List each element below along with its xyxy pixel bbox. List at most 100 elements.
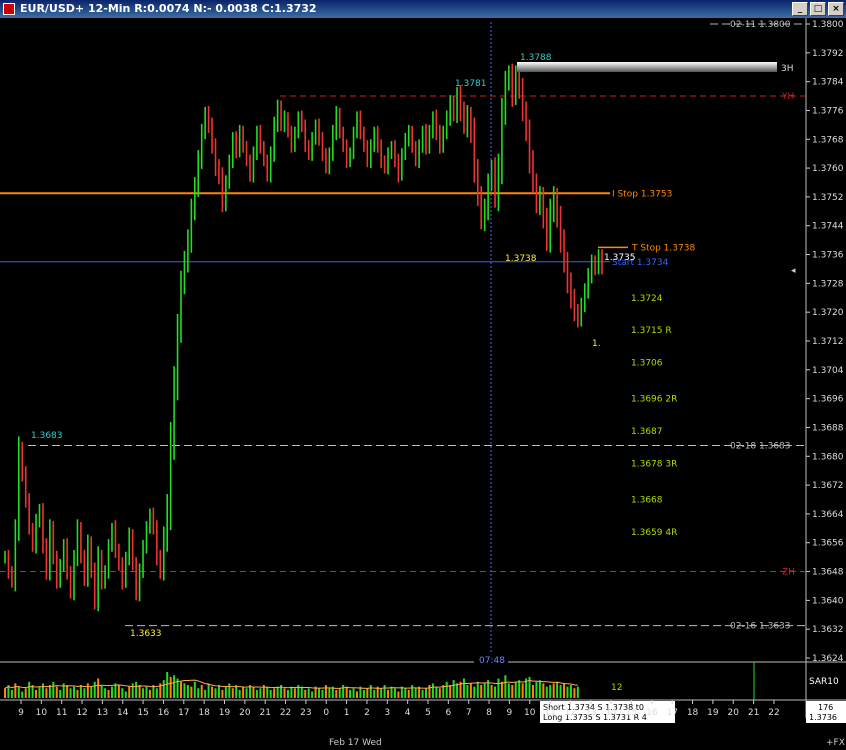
volume-bar	[404, 688, 407, 698]
price-tick-label: 1.3752	[812, 193, 844, 203]
volume-bar	[504, 675, 507, 698]
volume-bar	[445, 681, 448, 698]
d0216-label: 02-16 1.3633	[730, 622, 791, 632]
last-price-label: 1.3735	[604, 253, 636, 263]
time-tick-label: 13	[585, 708, 596, 718]
price-tick-label: 1.3664	[812, 510, 844, 520]
volume-bar	[121, 688, 124, 698]
volume-bar	[521, 683, 524, 698]
volume-bar	[473, 686, 476, 698]
volume-bar	[93, 681, 96, 698]
volume-bar	[283, 688, 286, 698]
volume-bar	[224, 686, 227, 698]
target-level-label: 1.3659 4R	[631, 528, 677, 538]
time-tick-label: 20	[728, 708, 740, 718]
volume-value-label: 12	[611, 683, 622, 693]
price-tick-label: 1.3688	[812, 423, 844, 433]
price-tick-label: 1.3776	[812, 106, 844, 116]
volume-bar	[452, 680, 455, 698]
volume-bar	[438, 688, 441, 698]
time-tick-label: 14	[605, 708, 617, 718]
time-tick-label: 19	[707, 708, 719, 718]
volume-bar	[21, 691, 24, 698]
time-tick-label: 3	[384, 708, 390, 718]
app-icon[interactable]	[3, 3, 15, 15]
volume-bar	[145, 686, 148, 698]
volume-bar	[293, 688, 296, 698]
price-tick-label: 1.3720	[812, 308, 844, 318]
volume-bar	[221, 689, 224, 698]
volume-bar	[197, 688, 200, 698]
volume-bar	[514, 681, 517, 698]
target-level-label: 1.3715 R	[631, 326, 672, 336]
volume-bar	[425, 688, 428, 698]
time-tick-label: 1	[344, 708, 350, 718]
volume-bar	[10, 689, 13, 698]
volume-bar	[66, 685, 69, 698]
time-tick-label: 10	[36, 708, 48, 718]
volume-bar	[576, 686, 579, 698]
time-tick-label: 17	[178, 708, 189, 718]
volume-bar	[531, 685, 534, 698]
price-tick-label: 1.3792	[812, 49, 844, 59]
price-now-label: 1.3736	[809, 713, 837, 722]
sar-label: SAR10	[809, 677, 839, 687]
volume-bar	[17, 686, 20, 698]
time-tick-label: 10	[524, 708, 536, 718]
volume-bar	[162, 680, 165, 698]
volume-bar	[76, 689, 79, 698]
volume-bar	[142, 688, 145, 698]
volume-bar	[124, 691, 127, 698]
volume-bar	[304, 689, 307, 698]
window-titlebar[interactable]: EUR/USD+ 12-Min R:0.0074 N:- 0.0038 C:1.…	[0, 0, 846, 18]
volume-bar	[494, 686, 497, 698]
volume-bar	[511, 685, 514, 698]
price-tick-label: 1.3728	[812, 279, 844, 289]
window-controls: _ □ ×	[792, 2, 844, 16]
volume-bar	[383, 685, 386, 698]
volume-bar	[393, 688, 396, 698]
price-tick-label: 1.3632	[812, 625, 844, 635]
volume-bar	[41, 683, 44, 698]
volume-bar	[449, 685, 452, 698]
volume-bar	[328, 688, 331, 698]
time-tick-label: 7	[466, 708, 472, 718]
volume-bar	[476, 681, 479, 698]
volume-bar	[200, 685, 203, 698]
window-title: EUR/USD+ 12-Min R:0.0074 N:- 0.0038 C:1.…	[20, 2, 317, 15]
price-tick-label: 1.3680	[812, 452, 844, 462]
volume-bar	[335, 689, 338, 698]
plot-area[interactable]	[0, 18, 806, 662]
volume-bar	[59, 689, 62, 698]
maximize-button[interactable]: □	[810, 2, 826, 16]
target-level-label: 1.3724	[631, 294, 663, 304]
volume-bar	[135, 681, 138, 698]
volume-bar	[411, 685, 414, 698]
3h-zone-bar	[517, 62, 777, 72]
volume-bar	[228, 683, 231, 698]
price-axis[interactable]: 1.3800 1.3792 1.3784 1.3776 1.3768 1.3760 1.37…	[806, 20, 844, 664]
volume-bar	[207, 683, 210, 698]
time-tick-label: 21	[748, 708, 759, 718]
time-tick-label: 14	[117, 708, 129, 718]
cursor-time-label: 07:48	[479, 656, 505, 666]
volume-bar	[369, 685, 372, 698]
volume-bar	[397, 691, 400, 698]
time-tick-label: 22	[768, 708, 779, 718]
time-tick-label: 2	[364, 708, 370, 718]
cursor-price-label: 1.3738	[505, 254, 537, 264]
time-tick-label: 6	[445, 708, 451, 718]
price-chart[interactable]: 02-11 1.3800 YH I Stop 1.3753 T Stop 1.3738…	[0, 18, 846, 750]
minimize-button[interactable]: _	[792, 2, 808, 16]
volume-bar	[390, 686, 393, 698]
volume-bar	[266, 686, 269, 698]
volume-bar	[110, 686, 113, 698]
volume-bar	[552, 683, 555, 698]
time-tick-label: 20	[239, 708, 251, 718]
volume-bar	[259, 688, 262, 698]
close-button[interactable]: ×	[828, 2, 844, 16]
volume-bar	[349, 689, 352, 698]
price-tick-label: 1.3656	[812, 539, 844, 549]
volume-bar	[148, 689, 151, 698]
volume-bar	[573, 688, 576, 698]
